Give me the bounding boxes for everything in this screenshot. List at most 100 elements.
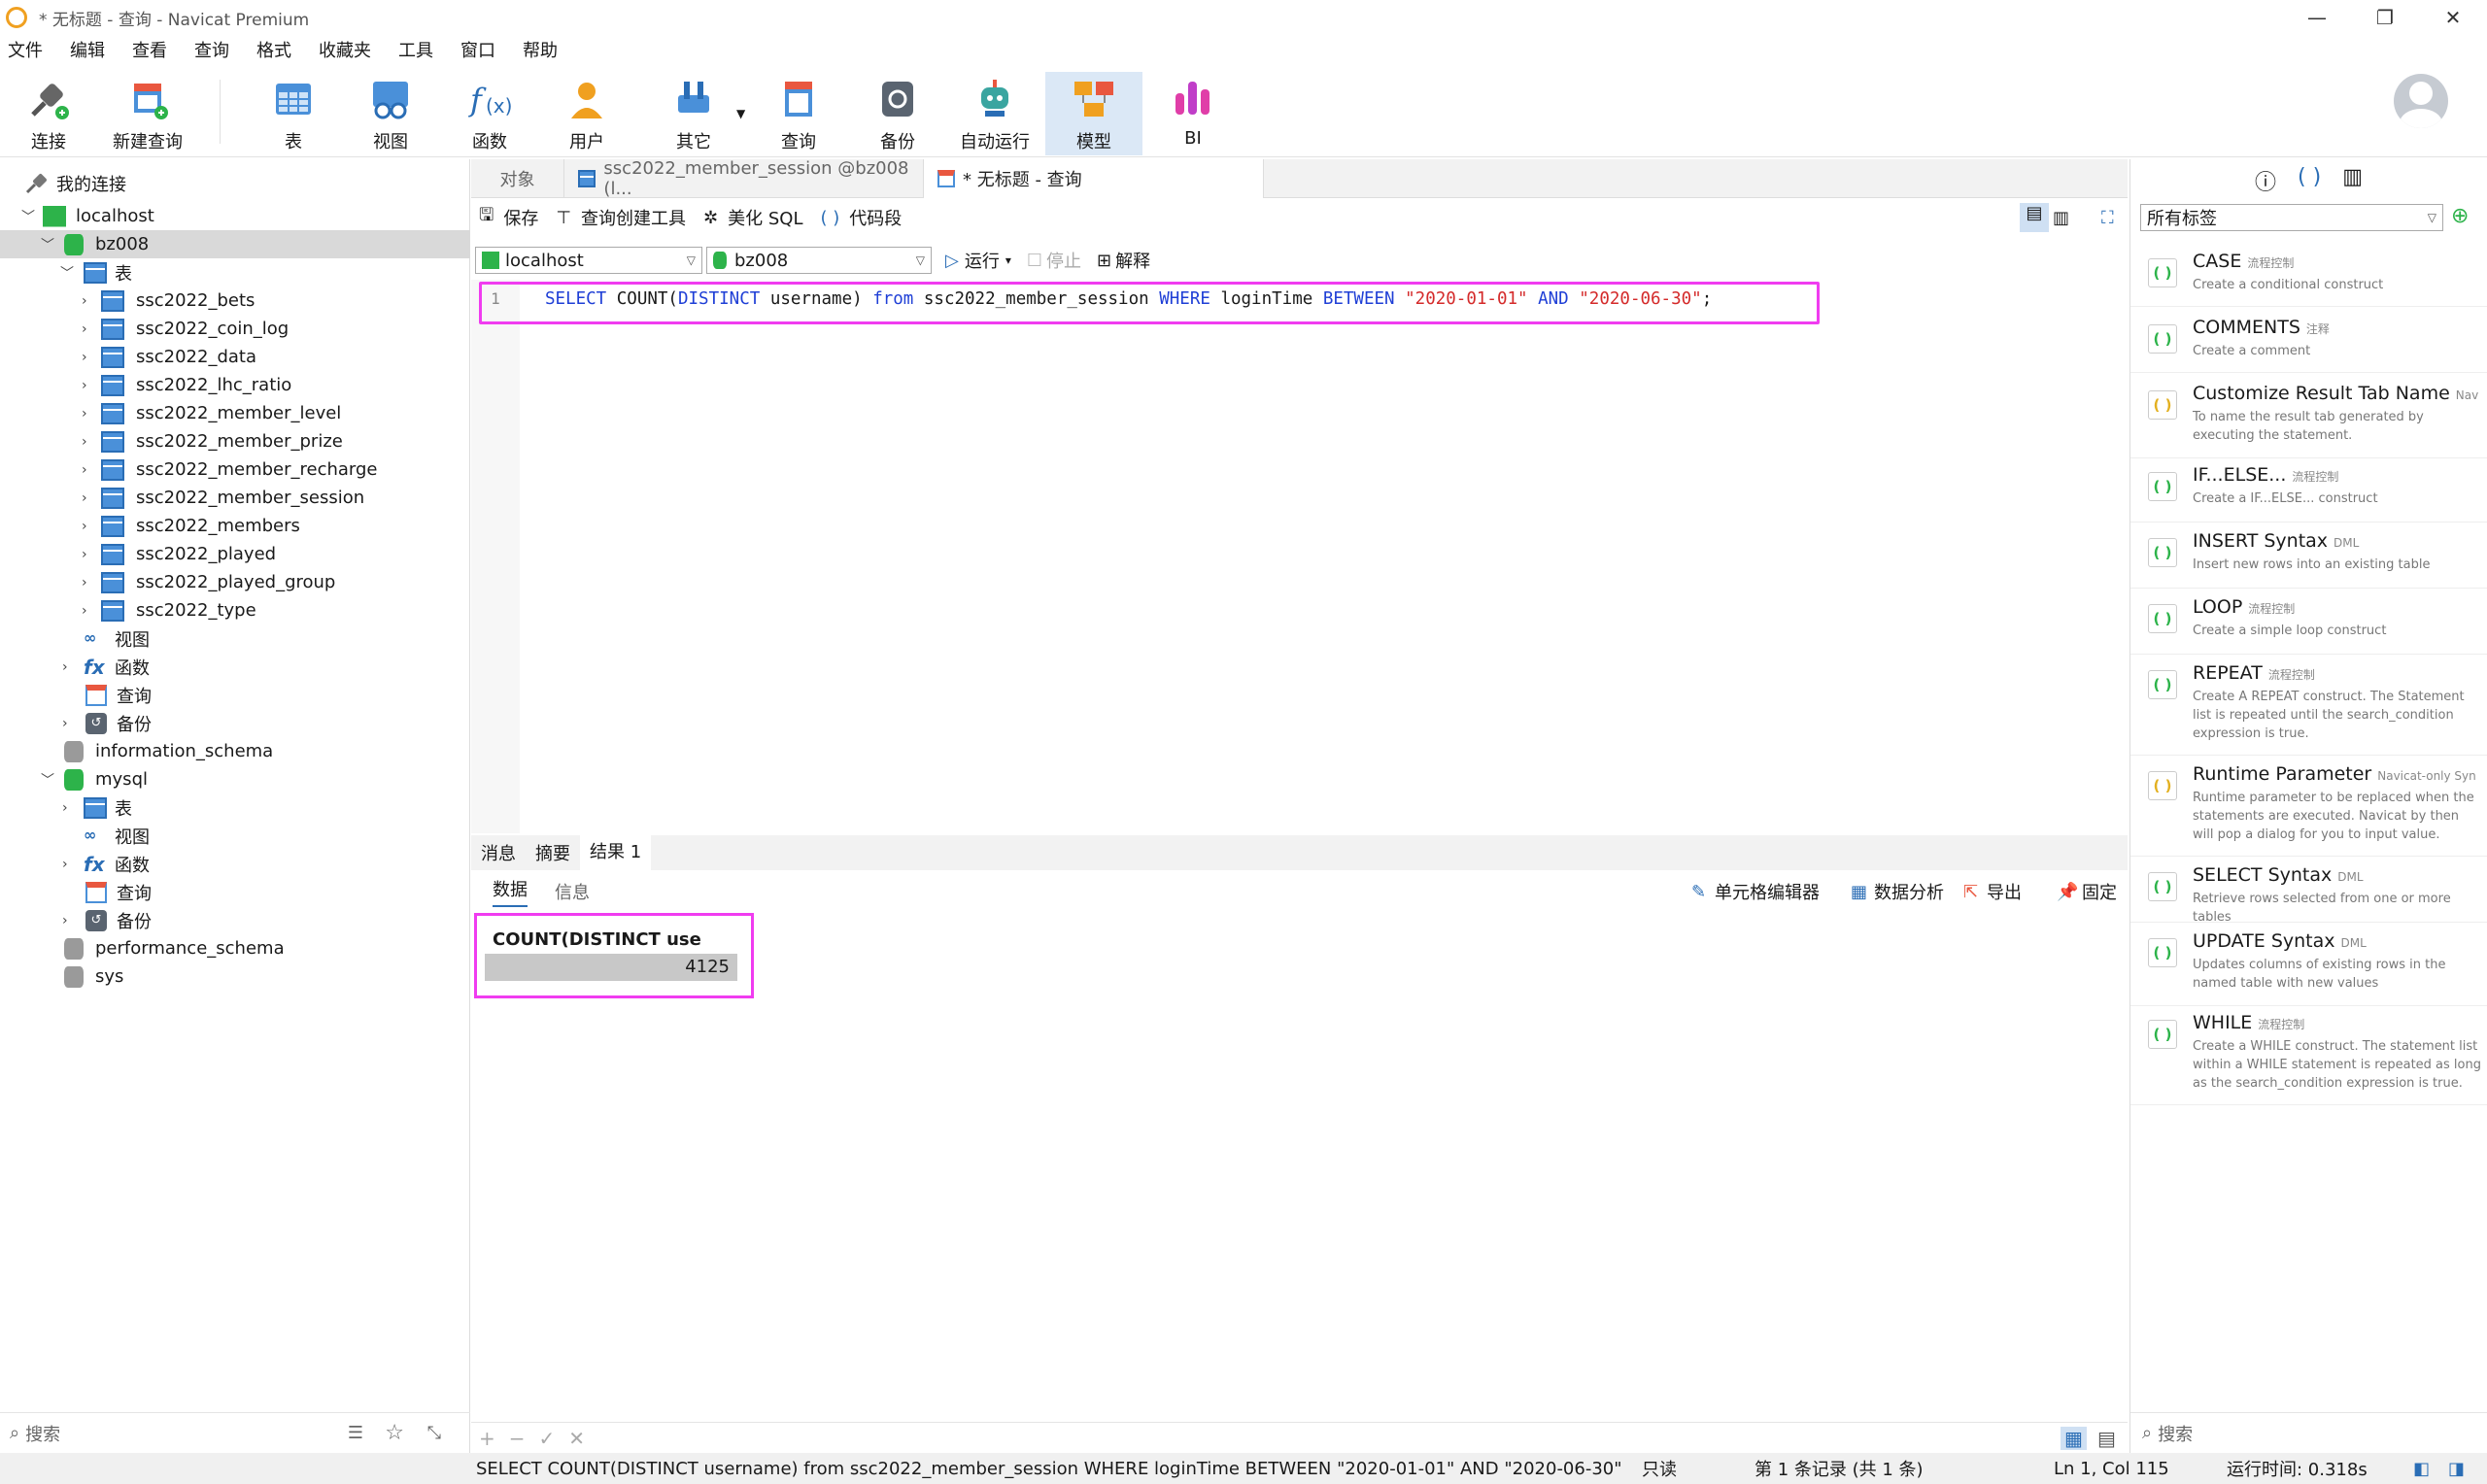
left-search-input[interactable]: 搜索 [25,1421,60,1446]
tree-db-sys[interactable]: sys [0,962,470,991]
menu-edit[interactable]: 编辑 [62,37,124,66]
tree-mysql-views[interactable]: ∞ 视图 [0,822,470,850]
tree-tables-folder[interactable]: ﹀ 表 [0,258,470,287]
tree-table-item[interactable]: › ssc2022_lhc_ratio [0,371,470,399]
tree-db-bz008[interactable]: ﹀ bz008 [0,230,470,258]
run-button[interactable]: 运行 [965,248,1000,273]
tree-table-item[interactable]: › ssc2022_type [0,596,470,624]
tree-table-item[interactable]: › ssc2022_bets [0,287,470,315]
tree-table-item[interactable]: › ssc2022_member_level [0,399,470,427]
tree-backups-folder[interactable]: › ↺ 备份 [0,709,470,737]
menu-tools[interactable]: 工具 [391,37,453,66]
tree-host-localhost[interactable]: ﹀ localhost [0,202,470,230]
tree-table-item[interactable]: › ssc2022_played [0,540,470,568]
chevron-down-icon[interactable]: ﹀ [60,263,74,283]
chevron-down-icon[interactable]: ﹀ [21,207,35,226]
bi-button[interactable]: BI [1144,72,1242,155]
tab-result-1[interactable]: 结果 1 [580,835,652,870]
snippet-item[interactable]: ( ) INSERT Syntax DML Insert new rows into … [2130,526,2487,589]
menu-query[interactable]: 查询 [187,37,249,66]
form-view-icon[interactable]: ▤ [2097,1427,2116,1450]
tab-member-session[interactable]: ssc2022_member_session @bz008 (l... [564,158,924,199]
connection-select[interactable]: localhost ▽ [475,247,702,274]
maximize-button[interactable]: ❐ [2351,0,2419,35]
delete-record-icon[interactable]: − [509,1427,526,1450]
info-icon[interactable]: ⓘ [2255,165,2276,196]
run-dropdown-icon[interactable]: ▾ [1005,253,1011,267]
snippet-item[interactable]: ( ) REPEAT 流程控制 Create A REPEAT construct. … [2130,658,2487,756]
tab-summary[interactable]: 摘要 [526,840,580,865]
tree-db-mysql[interactable]: ﹀ mysql [0,765,470,793]
other-button[interactable]: 其它 [645,72,742,155]
tree-table-item[interactable]: › ssc2022_member_prize [0,427,470,455]
cell-editor-button[interactable]: 单元格编辑器 [1715,879,1820,904]
menu-file[interactable]: 文件 [0,37,62,66]
left-search-bar[interactable]: ⌕ 搜索 ☰ ☆ ⤡ [0,1412,470,1453]
layout-split-h-icon[interactable]: ▤ [2020,203,2049,232]
other-dropdown-icon[interactable]: ▼ [736,107,745,120]
auto-run-button[interactable]: 自动运行 [946,72,1043,155]
star-icon[interactable]: ☆ [385,1421,404,1445]
tree-table-item[interactable]: › ssc2022_member_session [0,484,470,512]
user-button[interactable]: 用户 [538,72,635,155]
panel-right-icon[interactable]: ◨ [2448,1459,2465,1479]
snippet-item[interactable]: ( ) Customize Result Tab Name Nav To name t… [2130,379,2487,458]
grid-view-icon[interactable]: ▦ [2061,1426,2087,1450]
chevron-down-icon[interactable]: ﹀ [41,235,54,254]
code-snippet-button[interactable]: 代码段 [849,205,902,230]
beautify-sql-button[interactable]: 美化 SQL [728,205,802,230]
export-button[interactable]: 导出 [1987,879,2022,904]
snippet-item[interactable]: ( ) CASE 流程控制 Create a conditional construc… [2130,247,2487,307]
query-button[interactable]: 查询 [750,72,847,155]
stop-button[interactable]: 停止 [1046,248,1081,273]
save-button[interactable]: 保存 [503,205,538,230]
menu-format[interactable]: 格式 [249,37,311,66]
tree-table-item[interactable]: › ssc2022_played_group [0,568,470,596]
database-select[interactable]: bz008 ▽ [706,247,932,274]
new-query-button[interactable]: 新建查询 [99,72,196,155]
add-record-icon[interactable]: + [479,1427,495,1450]
snippet-search-bar[interactable]: ⌕ 搜索 [2130,1412,2487,1453]
tag-filter-select[interactable]: 所有标签 ▽ [2140,204,2443,231]
snippet-search-input[interactable]: 搜索 [2158,1421,2193,1446]
snippet-item[interactable]: ( ) COMMENTS 注释 Create a comment [2130,313,2487,373]
add-snippet-icon[interactable]: ⊕ [2451,204,2469,228]
menu-help[interactable]: 帮助 [515,37,577,66]
close-button[interactable]: ✕ [2419,0,2487,35]
table-button[interactable]: 表 [245,72,342,155]
tree-table-item[interactable]: › ssc2022_members [0,512,470,540]
snippet-item[interactable]: ( ) SELECT Syntax DML Retrieve rows selecte… [2130,860,2487,925]
discard-icon[interactable]: ✕ [568,1427,585,1450]
tree-table-item[interactable]: › ssc2022_data [0,343,470,371]
tree-table-item[interactable]: › ssc2022_member_recharge [0,455,470,484]
minimize-button[interactable]: — [2283,0,2351,35]
backup-button[interactable]: 备份 [849,72,946,155]
tree-mysql-tables[interactable]: › 表 [0,793,470,822]
view-button[interactable]: 视图 [342,72,439,155]
my-connections[interactable]: 我的连接 [0,169,470,197]
layout-split-v-icon[interactable]: ▥ [2053,208,2069,228]
menu-favorites[interactable]: 收藏夹 [311,37,391,66]
menu-window[interactable]: 窗口 [453,37,515,66]
sql-editor[interactable]: 1 SELECT COUNT(DISTINCT username) from s… [471,280,2128,833]
tree-db-information-schema[interactable]: information_schema [0,737,470,765]
snippet-item[interactable]: ( ) IF...ELSE... 流程控制 Create a IF...ELSE...… [2130,460,2487,523]
snippet-icon[interactable]: ( ) [2298,165,2321,196]
panel-left-icon[interactable]: ◧ [2413,1459,2430,1479]
filter-icon[interactable]: ☰ [348,1423,363,1443]
query-builder-button[interactable]: 查询创建工具 [581,205,686,230]
collapse-icon[interactable]: ⤡ [427,1423,441,1443]
snippet-item[interactable]: ( ) LOOP 流程控制 Create a simple loop construc… [2130,592,2487,655]
columns-icon[interactable]: ▥ [2342,165,2363,196]
tab-untitled-query[interactable]: * 无标题 - 查询 [924,159,1264,198]
pin-button[interactable]: 固定 [2082,879,2117,904]
apply-icon[interactable]: ✓ [539,1427,556,1450]
model-button[interactable]: 模型 [1045,72,1142,155]
tab-objects[interactable]: 对象 [471,159,564,198]
tree-queries-folder[interactable]: 查询 [0,681,470,709]
tree-views-folder[interactable]: ∞ 视图 [0,624,470,653]
function-button[interactable]: f (x) 函数 [441,72,538,155]
tree-table-item[interactable]: › ssc2022_coin_log [0,315,470,343]
data-analysis-button[interactable]: 数据分析 [1874,879,1944,904]
tree-mysql-queries[interactable]: 查询 [0,878,470,906]
